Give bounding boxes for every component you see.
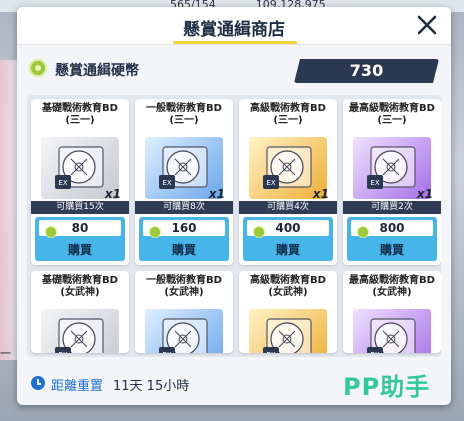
- svg-text:EX: EX: [266, 179, 275, 187]
- clock-icon: [31, 376, 45, 390]
- disc-icon: EX: [353, 309, 431, 353]
- item-name: 一般戰術教育BD (三一): [146, 103, 222, 126]
- buy-label: 購買: [171, 243, 196, 257]
- price-box: 400: [247, 220, 329, 238]
- buy-button[interactable]: 800 購買: [347, 217, 437, 261]
- background-character: [0, 60, 18, 360]
- svg-text:EX: EX: [162, 179, 171, 187]
- item-grid: 基礎戰術教育BD (三一) EX x1 可購買15次 80 購買 一般戰術教育BD (三一)…: [31, 99, 441, 353]
- price-box: 800: [351, 220, 433, 238]
- item-name: 一般戰術教育BD (女武神): [146, 275, 222, 298]
- item-quantity: x1: [104, 187, 121, 201]
- item-quantity: x1: [312, 187, 329, 201]
- svg-text:EX: EX: [370, 179, 379, 187]
- shop-item-card[interactable]: 最高級戰術教育BD (三一) EX x1 可購買2次 800 購買: [343, 99, 441, 265]
- title-underline: [173, 41, 297, 44]
- shop-item-card[interactable]: 基礎戰術教育BD (三一) EX x1 可購買15次 80 購買: [31, 99, 129, 265]
- reset-time: 11天 15小時: [113, 379, 190, 394]
- coin-icon: [149, 226, 161, 238]
- item-name: 基礎戰術教育BD (三一): [42, 103, 118, 126]
- coin-icon: [29, 59, 47, 77]
- shop-item-card[interactable]: 最高級戰術教育BD (女武神) EX: [343, 271, 441, 353]
- shop-item-card[interactable]: 高級戰術教育BD (三一) EX x1 可購買4次 400 購買: [239, 99, 337, 265]
- shop-item-card[interactable]: 一般戰術教育BD (女武神) EX: [135, 271, 233, 353]
- item-quantity: x1: [208, 187, 225, 201]
- svg-text:EX: EX: [370, 351, 379, 353]
- buy-button[interactable]: 400 購買: [243, 217, 333, 261]
- shop-item-card[interactable]: 高級戰術教育BD (女武神) EX: [239, 271, 337, 353]
- price-value: 160: [171, 221, 197, 235]
- purchase-limit: 可購買8次: [135, 201, 233, 214]
- svg-text:EX: EX: [58, 351, 67, 353]
- buy-label: 購買: [379, 243, 404, 257]
- svg-text:EX: EX: [58, 179, 67, 187]
- buy-label: 購買: [275, 243, 300, 257]
- item-name: 最高級戰術教育BD (女武神): [349, 275, 435, 298]
- coin-icon: [45, 226, 57, 238]
- modal-title: 懸賞通緝商店: [183, 20, 285, 40]
- item-name: 高級戰術教育BD (女武神): [250, 275, 326, 298]
- purchase-limit: 可購買2次: [343, 201, 441, 214]
- buy-button[interactable]: 160 購買: [139, 217, 229, 261]
- modal-footer: 距離重置 11天 15小時 PP助手: [17, 363, 451, 405]
- item-name: 基礎戰術教育BD (女武神): [42, 275, 118, 298]
- price-value: 80: [71, 221, 89, 235]
- buy-button[interactable]: 80 購買: [35, 217, 125, 261]
- item-grid-viewport[interactable]: 基礎戰術教育BD (三一) EX x1 可購買15次 80 購買 一般戰術教育BD (三一)…: [27, 95, 441, 357]
- close-icon: [417, 15, 437, 35]
- currency-balance: 730: [294, 59, 439, 83]
- disc-icon: EX: [145, 309, 223, 353]
- coin-icon: [357, 226, 369, 238]
- watermark-logo: PP助手: [343, 373, 431, 401]
- modal-header: 懸賞通緝商店: [17, 7, 451, 45]
- price-box: 80: [39, 220, 121, 238]
- buy-label: 購買: [67, 243, 92, 257]
- shop-item-card[interactable]: 一般戰術教育BD (三一) EX x1 可購買8次 160 購買: [135, 99, 233, 265]
- item-name: 最高級戰術教育BD (三一): [349, 103, 435, 126]
- svg-text:EX: EX: [162, 351, 171, 353]
- price-box: 160: [143, 220, 225, 238]
- background-text: 一: [0, 347, 11, 360]
- price-value: 800: [379, 221, 405, 235]
- purchase-limit: 可購買15次: [31, 201, 129, 214]
- price-value: 400: [275, 221, 301, 235]
- reset-label: 距離重置: [51, 379, 104, 394]
- coin-icon: [253, 226, 265, 238]
- currency-row: 懸賞通緝硬幣 730: [17, 47, 451, 87]
- svg-text:EX: EX: [266, 351, 275, 353]
- disc-icon: EX: [249, 309, 327, 353]
- currency-label: 懸賞通緝硬幣: [55, 63, 139, 79]
- purchase-limit: 可購買4次: [239, 201, 337, 214]
- shop-item-card[interactable]: 基礎戰術教育BD (女武神) EX: [31, 271, 129, 353]
- item-quantity: x1: [416, 187, 433, 201]
- item-name: 高級戰術教育BD (三一): [250, 103, 326, 126]
- close-button[interactable]: [415, 13, 439, 37]
- bounty-shop-modal: 懸賞通緝商店 懸賞通緝硬幣 730 基礎戰術教育BD (三一) EX x1 可購買15…: [17, 7, 451, 405]
- disc-icon: EX: [41, 309, 119, 353]
